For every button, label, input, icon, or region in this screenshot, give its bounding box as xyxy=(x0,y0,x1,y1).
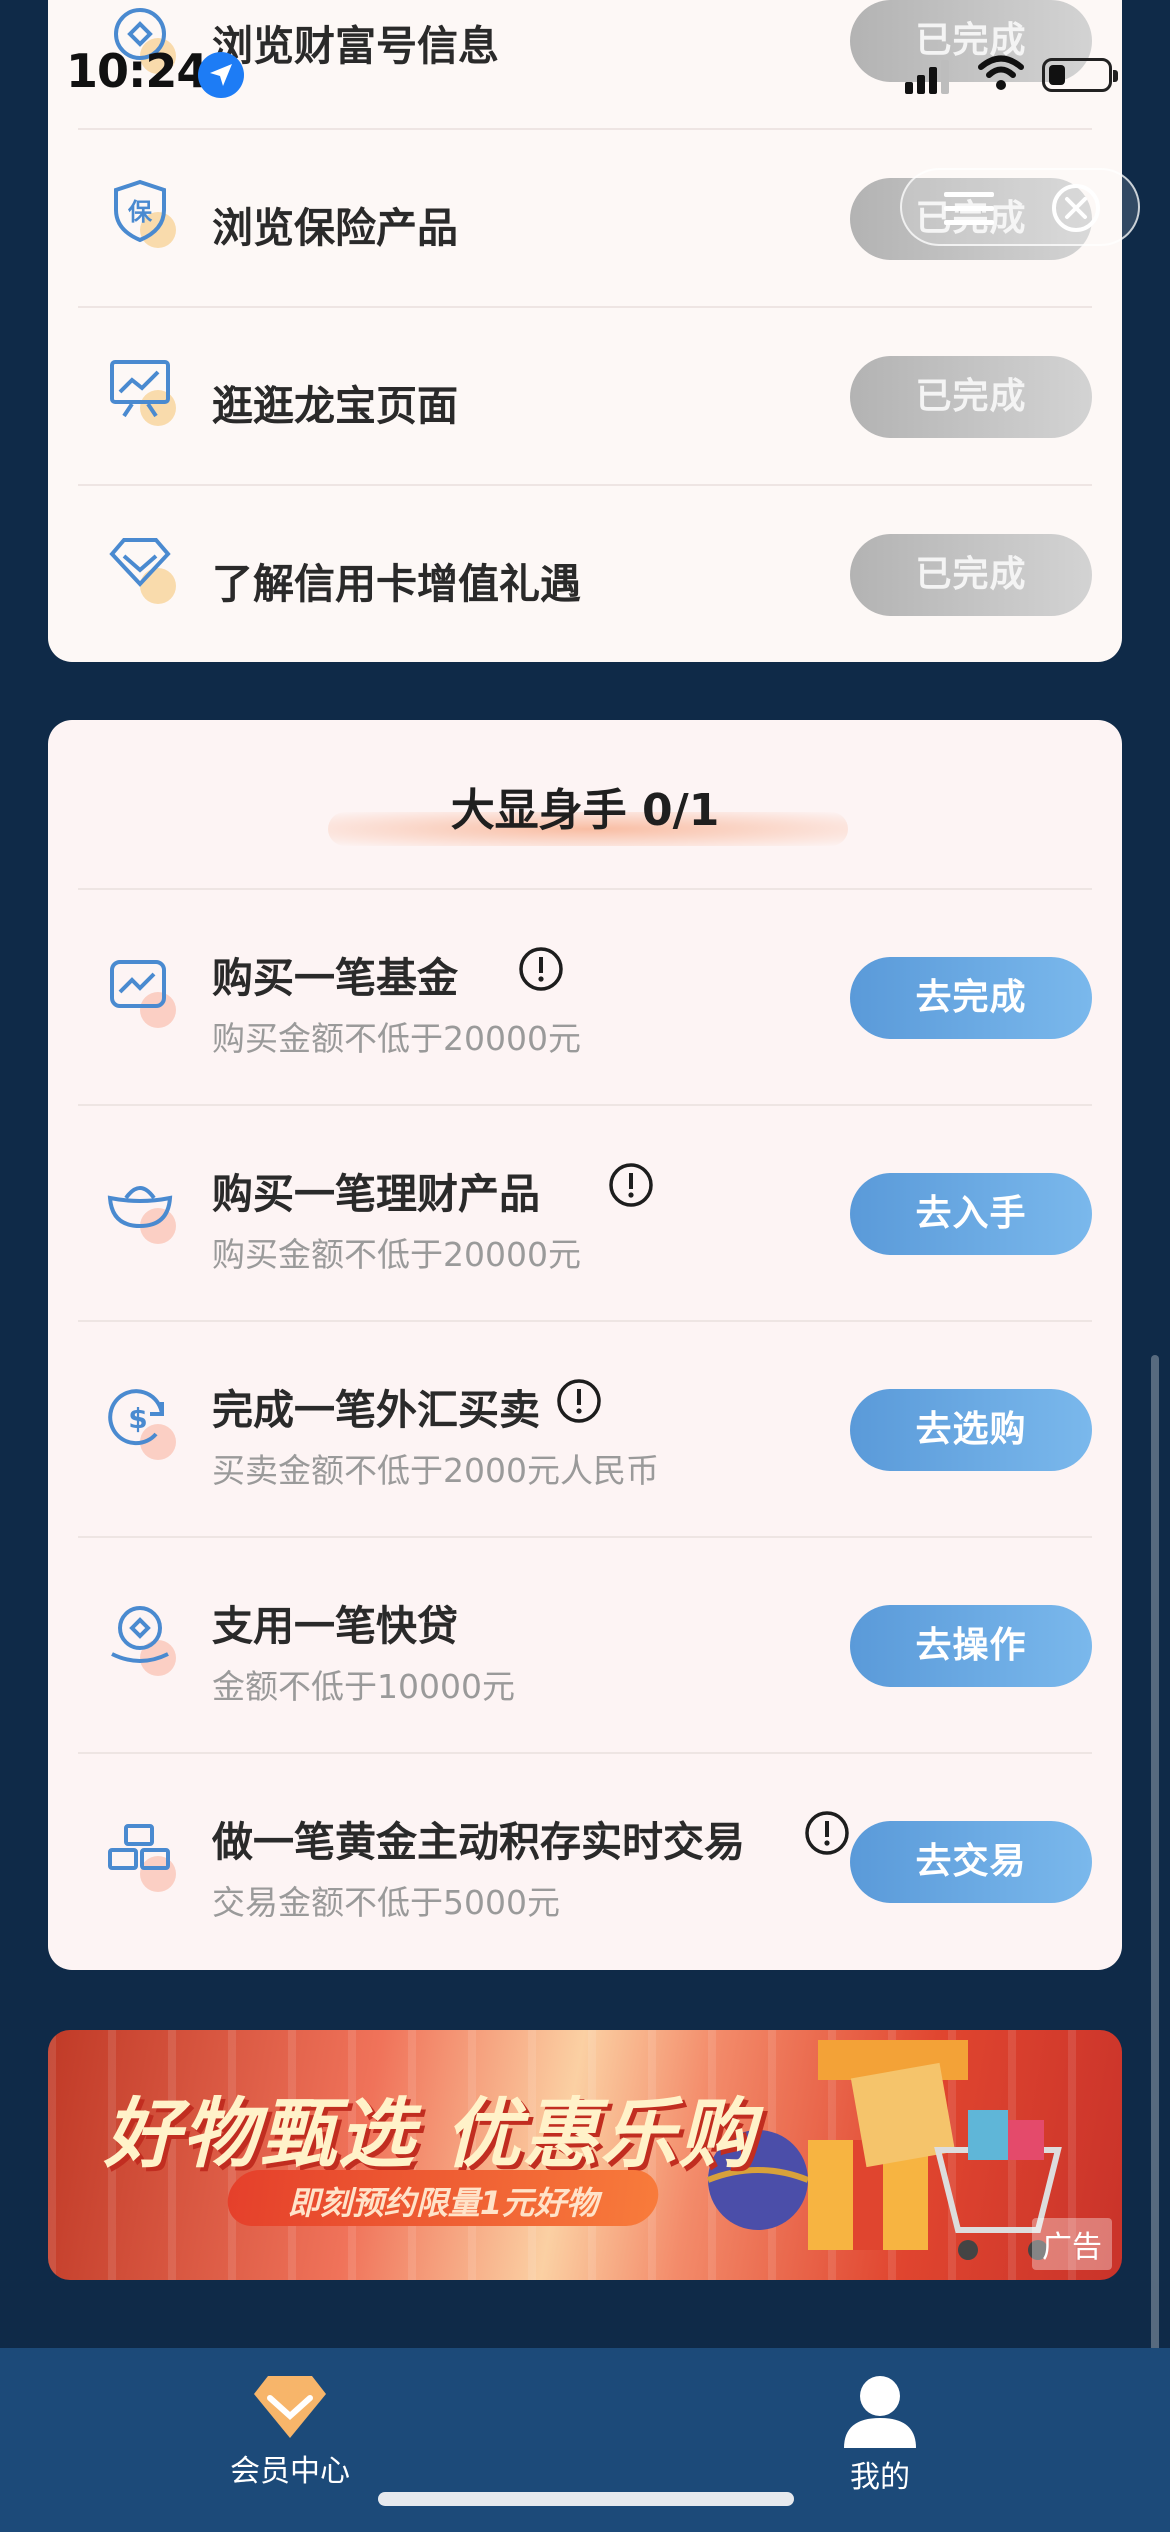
challenge-subtitle: 买卖金额不低于2000元人民币 xyxy=(212,1451,659,1490)
challenge-row: 做一笔黄金主动积存实时交易 交易金额不低于5000元 去交易 xyxy=(78,1754,1092,1970)
challenge-row: 购买一笔基金 购买金额不低于20000元 去完成 xyxy=(78,890,1092,1106)
banner-subtitle: 即刻预约限量1元好物 xyxy=(287,2184,599,2222)
section-title: 大显身手 0/1 xyxy=(450,785,720,836)
wifi-icon xyxy=(978,55,1024,90)
challenge-subtitle: 交易金额不低于5000元 xyxy=(212,1883,560,1922)
go-complete-button[interactable]: 去完成 xyxy=(850,957,1092,1039)
go-buy-button[interactable]: 去入手 xyxy=(850,1173,1092,1255)
go-operate-button[interactable]: 去操作 xyxy=(850,1605,1092,1687)
insurance-shield-icon: 保 xyxy=(114,179,176,248)
svg-text:$: $ xyxy=(128,1402,147,1435)
challenge-row: $ 完成一笔外汇买卖 买卖金额不低于2000元人民币 去选购 xyxy=(78,1322,1092,1538)
info-icon[interactable] xyxy=(518,946,564,992)
task-done-button[interactable]: 已完成 xyxy=(850,534,1092,616)
challenge-title: 支用一笔快贷 xyxy=(212,1602,458,1650)
fund-chart-icon xyxy=(110,960,176,1028)
challenge-subtitle: 购买金额不低于20000元 xyxy=(212,1235,581,1274)
promo-banner[interactable]: 好物甄选 优惠乐购 即刻预约限量1元好物 广告 xyxy=(48,2030,1122,2280)
challenge-card: 大显身手 0/1 购买一笔基金 购买金额不低于20000元 去完成 购买一笔理财… xyxy=(48,720,1122,1970)
task-row: 了解信用卡增值礼遇 已完成 xyxy=(78,486,1092,662)
info-icon[interactable] xyxy=(804,1810,850,1856)
task-title: 浏览保险产品 xyxy=(212,204,458,252)
cellular-signal-icon xyxy=(905,60,949,94)
info-icon[interactable] xyxy=(608,1162,654,1208)
miniapp-capsule xyxy=(900,168,1140,246)
status-bar: 10:24 xyxy=(0,0,1170,140)
svg-text:保: 保 xyxy=(127,198,153,226)
challenge-subtitle: 购买金额不低于20000元 xyxy=(212,1019,581,1058)
ingot-icon xyxy=(107,1186,176,1244)
gold-bars-icon xyxy=(108,1824,176,1892)
location-arrow-icon xyxy=(198,52,244,98)
member-diamond-icon xyxy=(254,2376,326,2438)
task-title: 逛逛龙宝页面 xyxy=(212,382,458,430)
info-icon[interactable] xyxy=(556,1378,602,1424)
banner-title: 好物甄选 优惠乐购 xyxy=(104,2089,757,2178)
currency-exchange-icon: $ xyxy=(108,1389,176,1460)
tab-label: 我的 xyxy=(850,2460,910,2495)
go-trade-button[interactable]: 去交易 xyxy=(850,1821,1092,1903)
challenge-title: 购买一笔基金 xyxy=(212,954,458,1002)
challenge-title: 完成一笔外汇买卖 xyxy=(212,1386,540,1434)
challenge-title: 做一笔黄金主动积存实时交易 xyxy=(212,1818,745,1866)
go-select-button[interactable]: 去选购 xyxy=(850,1389,1092,1471)
home-indicator xyxy=(378,2492,794,2506)
menu-icon[interactable] xyxy=(944,190,994,228)
task-done-button[interactable]: 已完成 xyxy=(850,356,1092,438)
scrollbar[interactable] xyxy=(1151,1355,1159,2395)
task-row: 逛逛龙宝页面 已完成 xyxy=(78,308,1092,486)
task-title: 了解信用卡增值礼遇 xyxy=(212,560,581,608)
ad-badge: 广告 xyxy=(1032,2218,1112,2270)
challenge-row: 支用一笔快贷 金额不低于10000元 去操作 xyxy=(78,1538,1092,1754)
challenge-title: 购买一笔理财产品 xyxy=(212,1170,540,1218)
tab-mine[interactable]: 我的 xyxy=(820,2374,940,2496)
close-icon[interactable] xyxy=(1050,182,1102,234)
diamond-icon xyxy=(109,538,176,604)
loan-coin-icon xyxy=(111,1606,176,1676)
tab-label: 会员中心 xyxy=(230,2454,350,2489)
presentation-board-icon xyxy=(110,360,176,426)
battery-icon xyxy=(1042,58,1118,92)
challenge-row: 购买一笔理财产品 购买金额不低于20000元 去入手 xyxy=(78,1106,1092,1322)
tab-member-center[interactable]: 会员中心 xyxy=(220,2372,360,2490)
status-time: 10:24 xyxy=(66,44,208,98)
user-icon xyxy=(844,2376,916,2448)
challenge-subtitle: 金额不低于10000元 xyxy=(212,1667,515,1706)
